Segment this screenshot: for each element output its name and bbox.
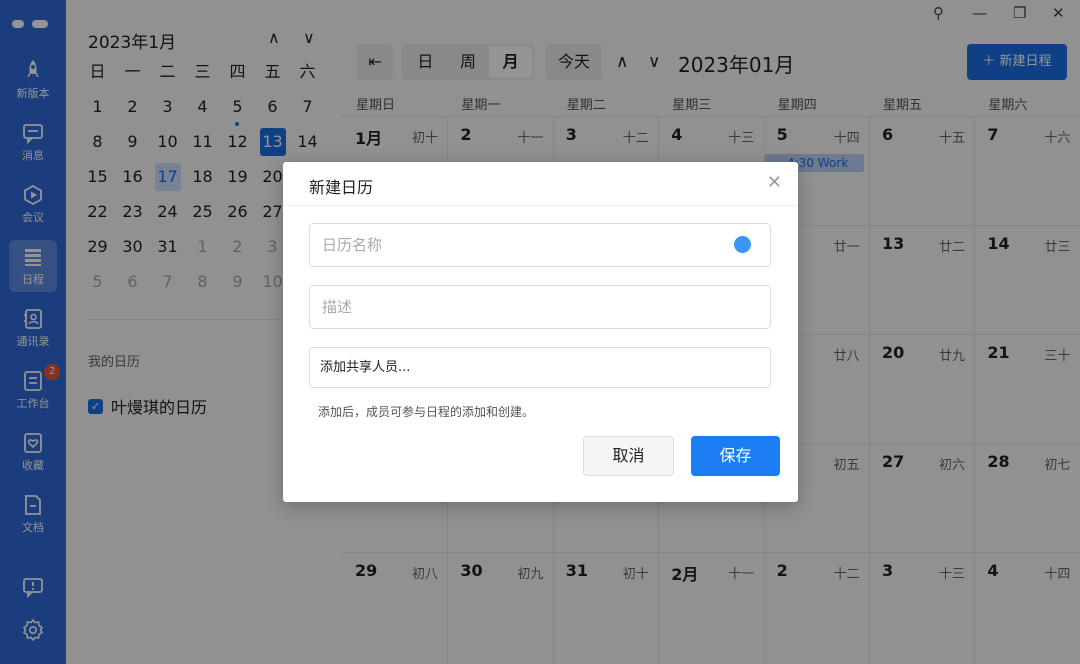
save-button[interactable]: 保存 — [691, 436, 780, 476]
description-input[interactable] — [309, 285, 771, 329]
dialog-title: 新建日历 — [309, 178, 374, 197]
dialog-header: 新建日历 ✕ — [283, 162, 798, 206]
add-share-members-button[interactable]: 添加共享人员... — [309, 347, 771, 388]
cancel-button[interactable]: 取消 — [583, 436, 674, 476]
share-hint: 添加后，成员可参与日程的添加和创建。 — [318, 405, 535, 419]
color-picker[interactable] — [734, 236, 751, 253]
close-icon[interactable]: ✕ — [767, 172, 782, 193]
new-calendar-dialog: 新建日历 ✕ 添加共享人员... 添加后，成员可参与日程的添加和创建。 取消 保… — [283, 162, 798, 502]
calendar-name-input[interactable] — [309, 223, 771, 267]
